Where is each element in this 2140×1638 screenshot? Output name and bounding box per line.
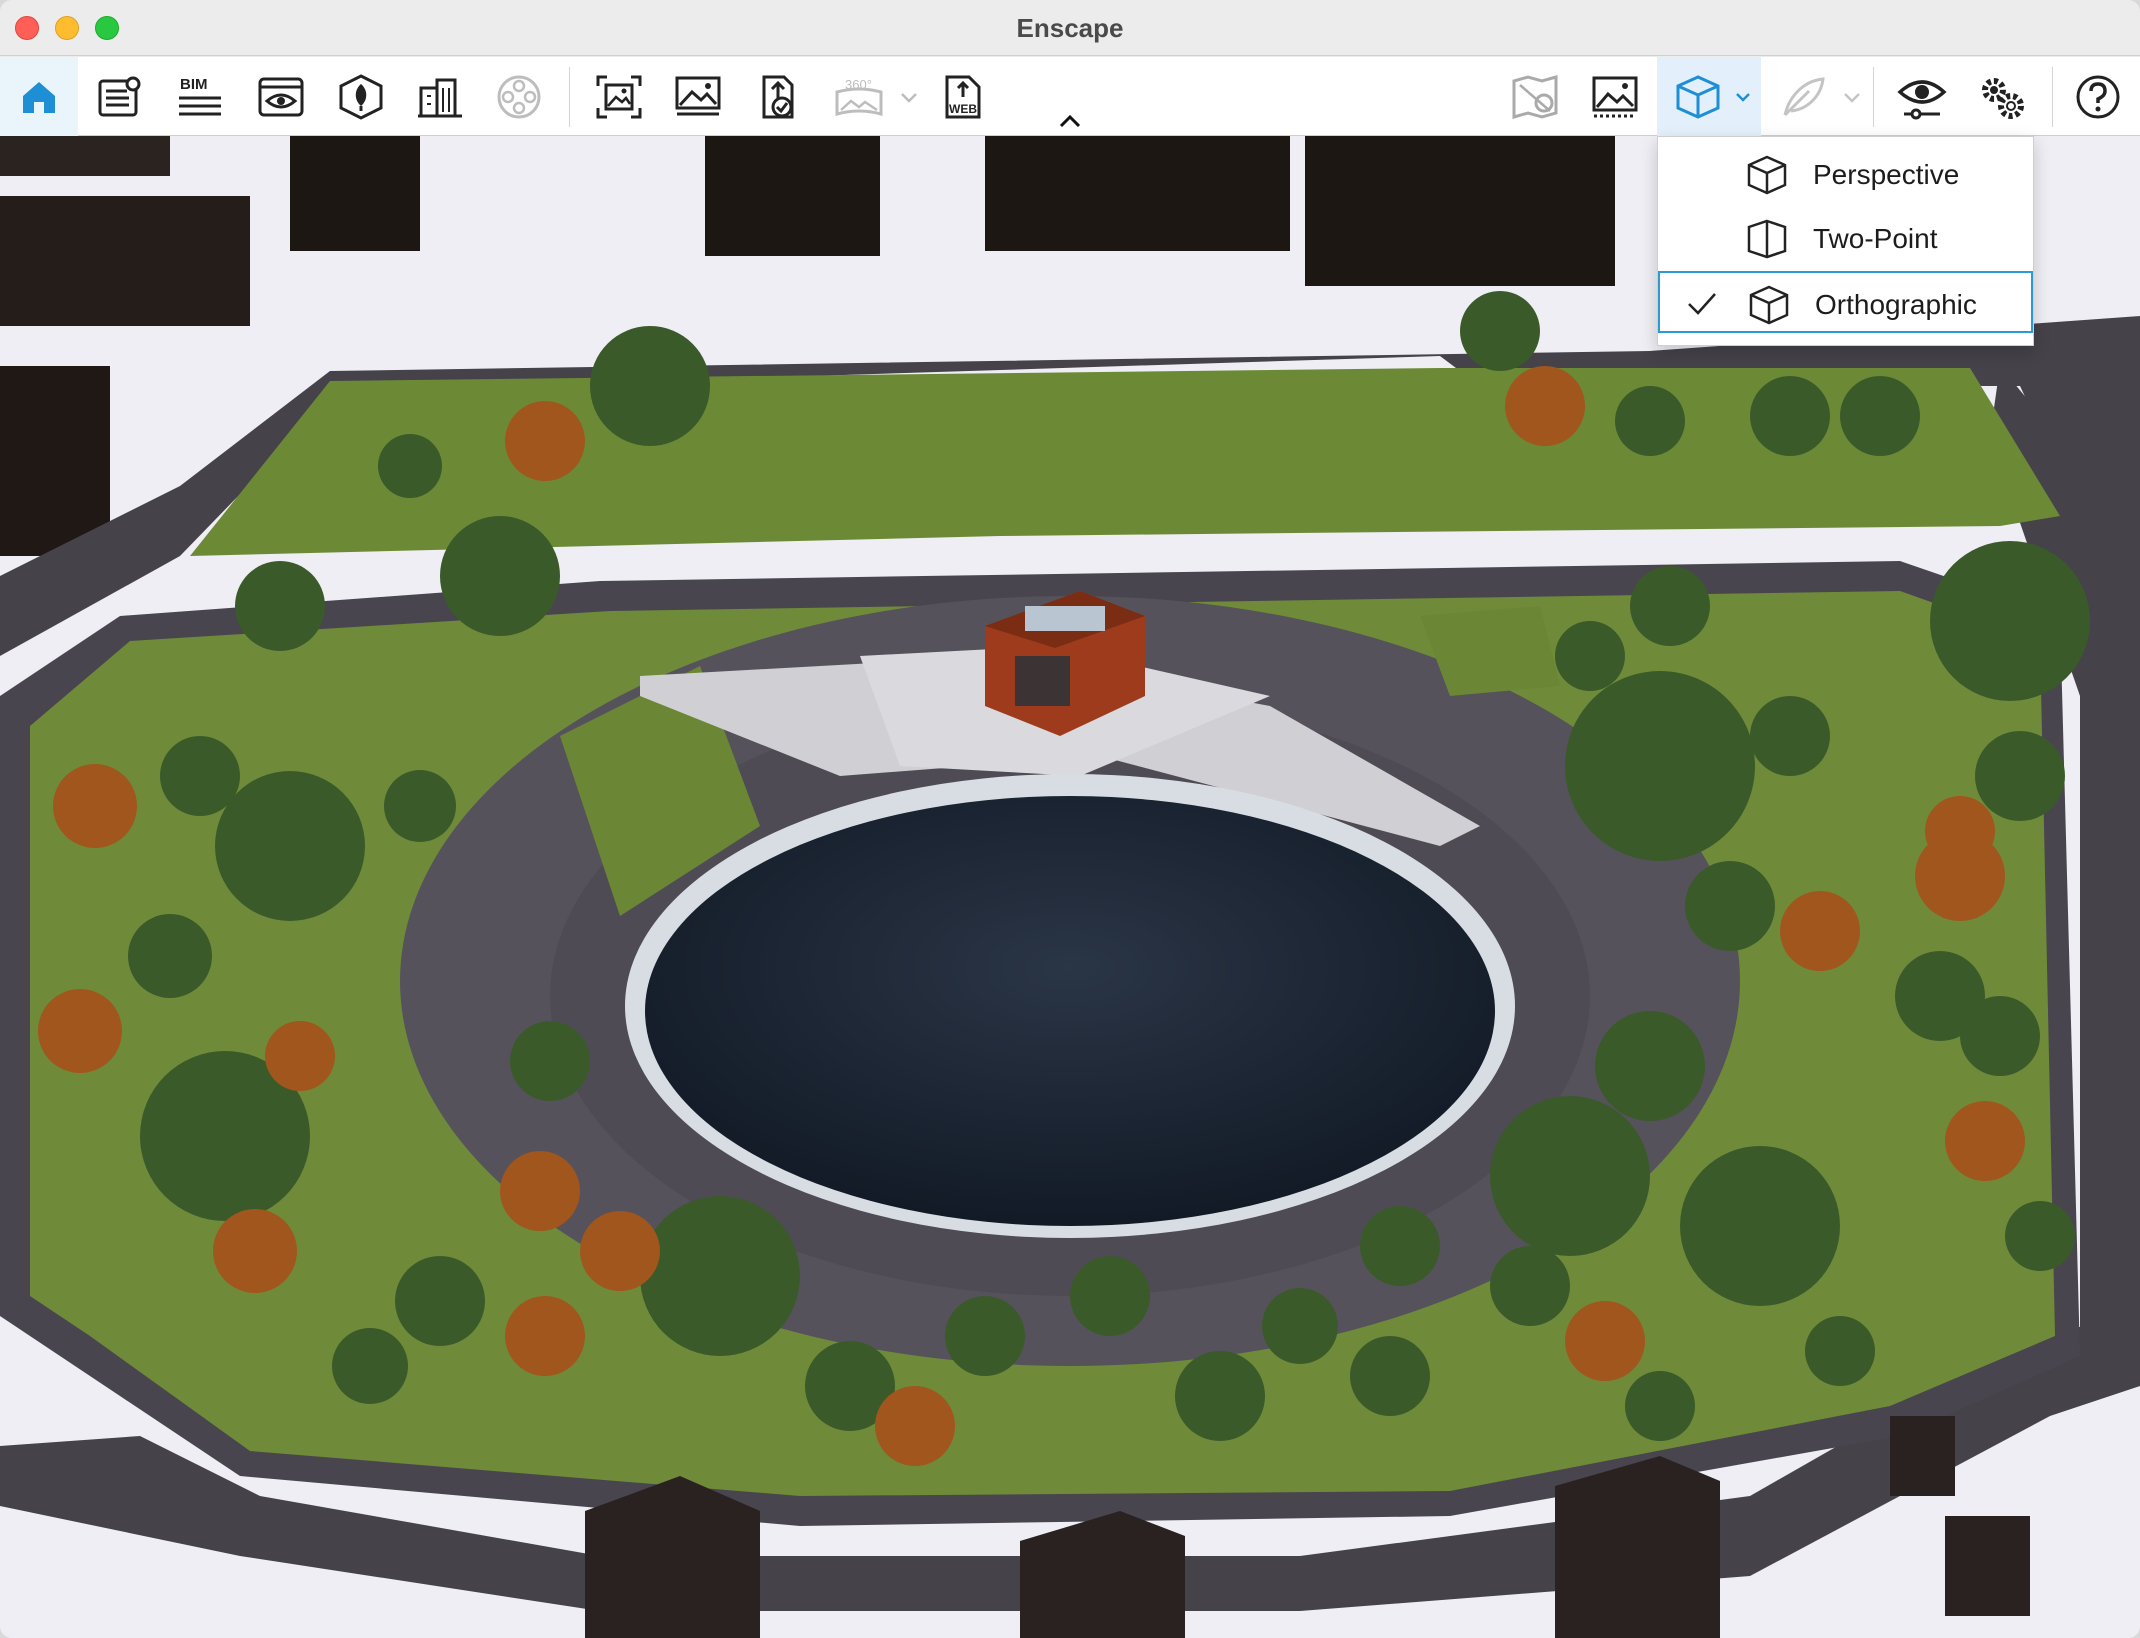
screenshot-button[interactable] xyxy=(670,57,726,136)
menu-item-orthographic[interactable]: Orthographic xyxy=(1658,271,2033,333)
menu-item-label: Two-Point xyxy=(1813,223,1938,254)
assets-icon xyxy=(339,73,383,120)
menu-item-label: Perspective xyxy=(1813,159,1960,190)
upload-icon xyxy=(762,75,794,118)
checkmark-icon xyxy=(1688,293,1716,315)
main-toolbar: BIM 360° WEB xyxy=(0,57,2140,136)
chevron-down-icon xyxy=(1844,92,1860,103)
settings-icon xyxy=(1982,77,2024,119)
visual-settings-icon xyxy=(1592,76,1638,117)
site-context-button[interactable] xyxy=(412,57,468,136)
render-viewport[interactable] xyxy=(0,136,2140,1638)
feather-button[interactable] xyxy=(1773,57,1833,136)
assets-button[interactable] xyxy=(333,57,389,136)
bim-button[interactable]: BIM xyxy=(172,57,228,136)
home-icon xyxy=(23,81,55,113)
menu-item-two-point[interactable]: Two-Point xyxy=(1658,207,2033,269)
map-button[interactable] xyxy=(1507,57,1563,136)
menu-item-perspective[interactable]: Perspective xyxy=(1658,143,2033,205)
bim-label: BIM xyxy=(180,76,208,93)
perspective-cube-icon xyxy=(1747,155,1787,195)
settings-button[interactable] xyxy=(1972,57,2032,136)
chevron-down-icon xyxy=(901,92,917,103)
view-icon xyxy=(1897,79,1947,119)
feather-icon xyxy=(1783,76,1825,116)
two-point-cube-icon xyxy=(1747,219,1787,259)
web-standalone-icon: WEB xyxy=(945,75,981,118)
web-standalone-button[interactable]: WEB xyxy=(935,57,991,136)
toolbar-separator xyxy=(569,67,570,127)
collapse-toolbar-button[interactable] xyxy=(1055,107,1085,135)
panorama-dropdown-button[interactable] xyxy=(895,57,923,136)
screenshot-icon xyxy=(675,76,721,115)
feather-dropdown-button[interactable] xyxy=(1838,57,1866,136)
title-bar: Enscape xyxy=(0,0,2140,56)
toolbar-separator xyxy=(1873,67,1874,127)
toolbar-separator xyxy=(2052,67,2053,127)
web-label: WEB xyxy=(949,102,977,116)
projection-button[interactable] xyxy=(1657,57,1761,136)
window-title: Enscape xyxy=(1016,13,1124,43)
help-button[interactable] xyxy=(2070,57,2126,136)
video-editor-icon xyxy=(497,75,541,118)
architectural-render-view xyxy=(0,136,2140,1638)
view-button[interactable] xyxy=(1892,57,1952,136)
notes-button[interactable] xyxy=(92,57,148,136)
video-editor-button[interactable] xyxy=(491,57,547,136)
chevron-up-icon xyxy=(1059,114,1081,128)
panorama-icon: 360° xyxy=(835,77,883,116)
visual-settings-button[interactable] xyxy=(1587,57,1643,136)
preview-window-button[interactable] xyxy=(253,57,309,136)
map-icon xyxy=(1512,74,1558,119)
help-icon xyxy=(2076,75,2120,118)
notes-icon xyxy=(98,76,141,116)
batch-render-button[interactable] xyxy=(591,57,647,136)
preview-window-icon xyxy=(258,77,304,116)
home-button[interactable] xyxy=(0,57,78,136)
bim-icon: BIM xyxy=(179,76,221,115)
orthographic-cube-icon xyxy=(1749,285,1789,325)
panorama-button[interactable]: 360° xyxy=(829,57,889,136)
menu-item-label: Orthographic xyxy=(1815,289,1977,320)
projection-icon xyxy=(1676,74,1720,119)
upload-button[interactable] xyxy=(750,57,806,136)
projection-dropdown-menu: Perspective Two-Point Orthographic xyxy=(1657,136,2034,346)
site-context-icon xyxy=(418,78,462,117)
batch-render-icon xyxy=(596,75,642,118)
chevron-down-icon xyxy=(1736,93,1750,102)
app-window: Enscape BIM 360° WEB Perspective Two-Poi… xyxy=(0,0,2140,1638)
